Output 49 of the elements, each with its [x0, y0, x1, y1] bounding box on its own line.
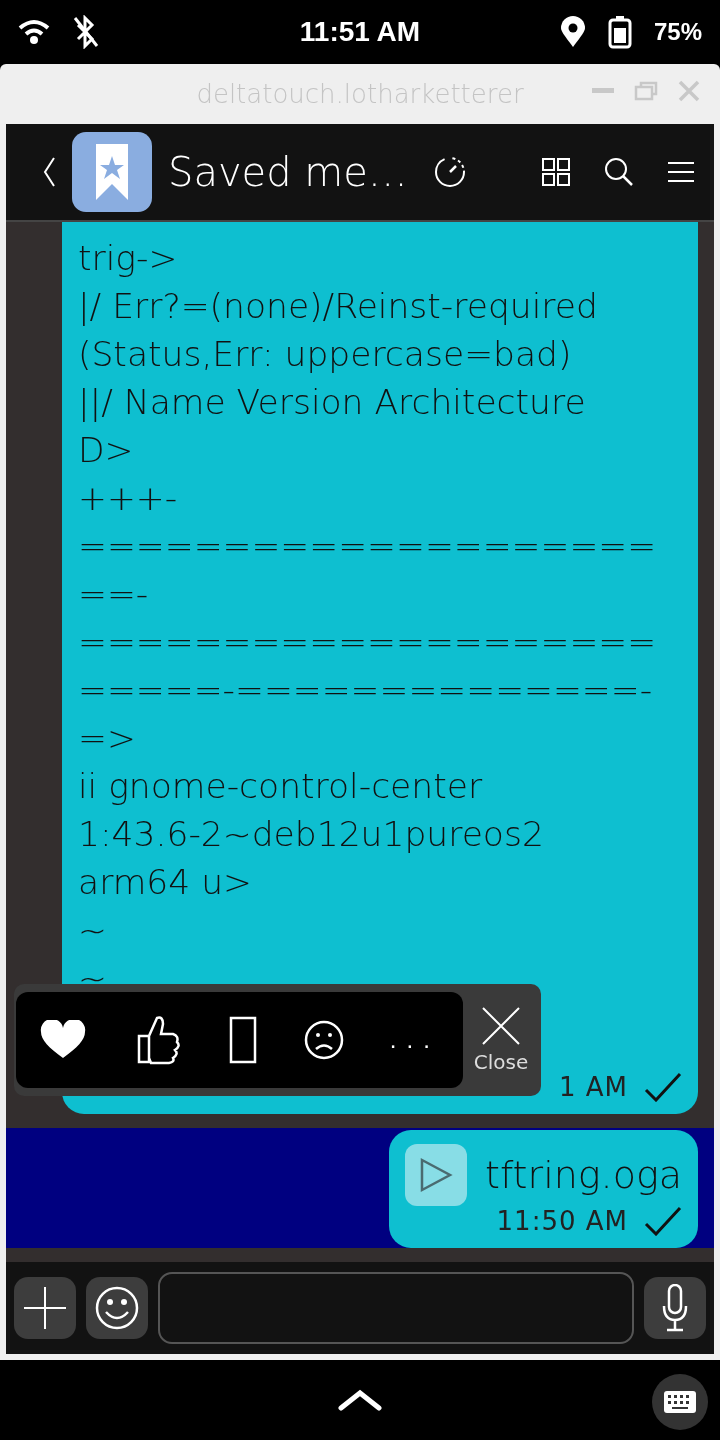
message-line: D> — [78, 429, 135, 472]
close-button[interactable]: Close — [463, 1006, 539, 1074]
audio-message-bubble[interactable]: tftring.oga 11:50 AM — [389, 1130, 698, 1248]
more-button[interactable]: ... — [389, 1026, 440, 1054]
chat-title[interactable]: Saved me… — [168, 149, 408, 195]
grid-icon[interactable] — [542, 158, 570, 186]
message-line: ==================== — [78, 525, 658, 568]
microphone-icon — [662, 1284, 688, 1332]
battery-icon — [607, 15, 632, 49]
message-line: |/ Err?=(none)/Reinst-required — [78, 285, 599, 328]
message-line: arm64 u> — [78, 861, 253, 904]
missing-glyph-icon[interactable] — [229, 1016, 258, 1064]
message-line: (Status,Err: uppercase=bad) — [78, 333, 573, 376]
sad-face-icon[interactable] — [303, 1020, 344, 1060]
message-input[interactable] — [158, 1272, 634, 1344]
location-icon — [559, 16, 586, 48]
message-bubble[interactable] — [62, 222, 698, 1114]
microphone-button[interactable] — [644, 1277, 706, 1339]
message-line: 1:43.6-2~deb12u1pureos2 — [78, 813, 545, 856]
message-time: 11:50 AM — [496, 1206, 628, 1236]
audio-filename: tftring.oga — [485, 1153, 682, 1197]
search-icon[interactable] — [604, 157, 634, 187]
play-icon — [419, 1157, 453, 1193]
message-time: 1 AM — [558, 1072, 628, 1102]
message-line: => — [78, 717, 137, 760]
message-line: ii gnome-control-center — [78, 765, 484, 808]
message-line: +++- — [78, 477, 179, 520]
back-icon[interactable] — [42, 157, 56, 187]
bluetooth-off-icon — [72, 15, 100, 49]
emoji-button[interactable] — [86, 1277, 148, 1339]
message-line: ==- — [78, 573, 150, 616]
wifi-icon — [18, 19, 50, 45]
keyboard-button[interactable] — [652, 1374, 708, 1430]
keyboard-icon — [664, 1391, 696, 1413]
play-button[interactable] — [405, 1144, 467, 1206]
message-line: ~ — [78, 957, 108, 1000]
message-line: =====-==============- — [78, 669, 654, 712]
message-line: ~ — [78, 909, 108, 952]
battery-percentage: 75% — [653, 18, 702, 46]
attach-button[interactable] — [14, 1277, 76, 1339]
timer-icon[interactable] — [433, 156, 466, 188]
menu-icon[interactable] — [668, 161, 694, 183]
clock: 11:51 AM — [298, 16, 422, 48]
chevron-up-icon[interactable] — [338, 1389, 382, 1411]
message-line: ||/ Name Version Architecture — [78, 381, 587, 424]
message-line: ==================== — [78, 621, 658, 664]
close-icon — [481, 1006, 521, 1046]
heart-icon[interactable] — [39, 1020, 88, 1060]
message-line: trig-> — [78, 237, 179, 280]
